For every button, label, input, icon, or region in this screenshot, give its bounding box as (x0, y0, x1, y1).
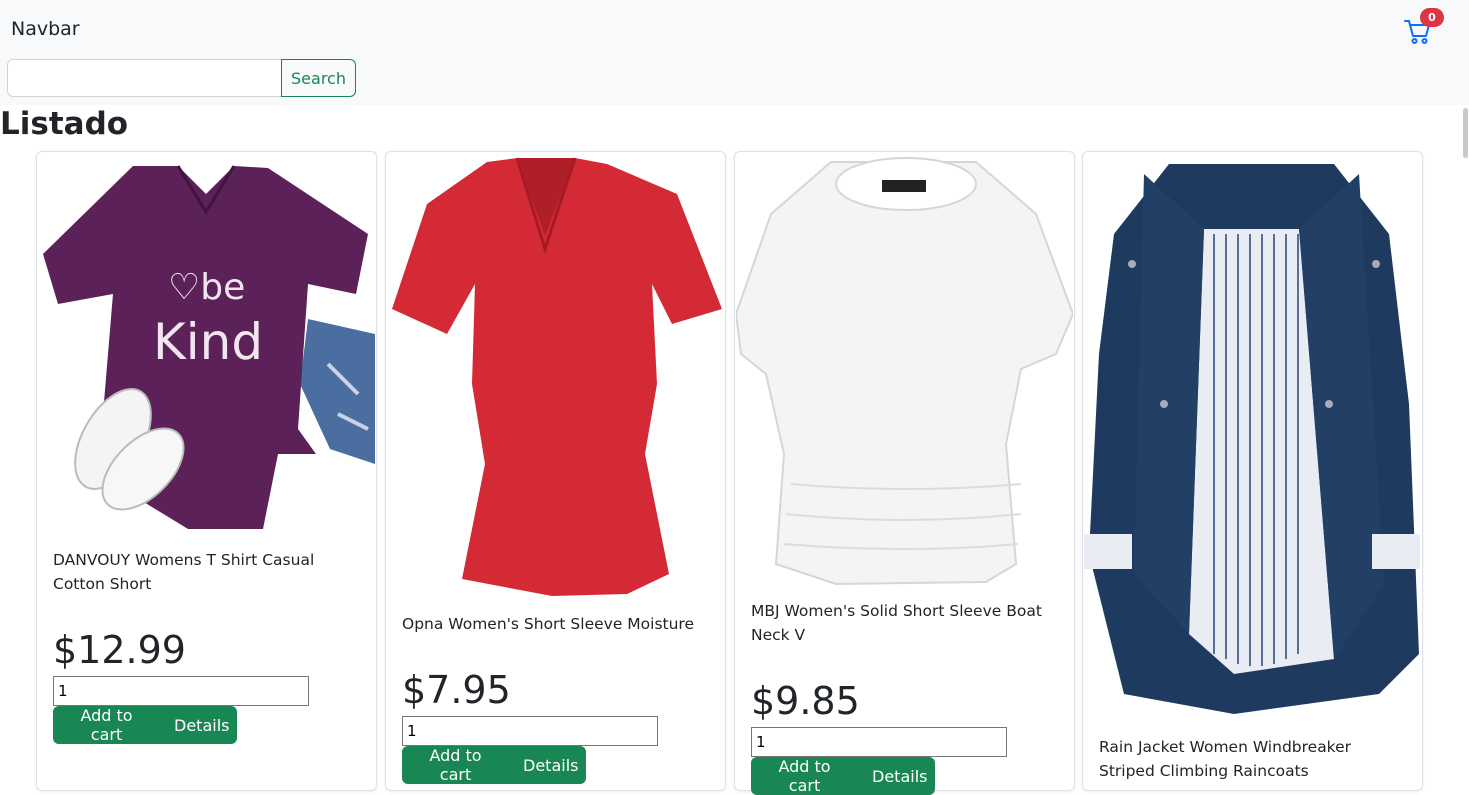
details-button[interactable]: Details (160, 706, 237, 744)
quantity-input[interactable] (751, 727, 1007, 757)
details-button[interactable]: Details (858, 757, 935, 795)
svg-text:Kind: Kind (153, 313, 263, 371)
product-price: $7.95 (402, 668, 511, 712)
cart-count-badge: 0 (1420, 8, 1444, 27)
details-button[interactable]: Details (509, 746, 586, 784)
product-title: MBJ Women's Solid Short Sleeve Boat Neck… (751, 602, 1042, 644)
add-to-cart-button[interactable]: Add to cart (402, 746, 509, 784)
product-title: Rain Jacket Women Windbreaker Striped Cl… (1099, 738, 1352, 780)
product-image-white-top[interactable] (736, 154, 1073, 586)
product-price: $9.85 (751, 679, 860, 723)
quantity-input[interactable] (53, 676, 309, 706)
product-image-navy-rain-jacket[interactable] (1084, 154, 1421, 724)
navbar: Navbar Search 0 (0, 0, 1469, 105)
search-input[interactable] (7, 59, 282, 97)
navbar-brand[interactable]: Navbar (11, 18, 80, 40)
cart-button[interactable]: 0 (1400, 8, 1446, 48)
product-card: Rain Jacket Women Windbreaker Striped Cl… (1082, 151, 1423, 791)
search-button[interactable]: Search (281, 59, 356, 97)
product-card: Opna Women's Short Sleeve Moisture $7.95… (385, 151, 726, 791)
product-card: ♡be Kind DANVOUY Womens T Shirt Casual C… (36, 151, 377, 791)
page-title: Listado (0, 106, 129, 142)
product-price: $12.99 (53, 628, 186, 672)
product-title: Opna Women's Short Sleeve Moisture (402, 615, 694, 633)
product-image-purple-tshirt[interactable]: ♡be Kind (38, 154, 375, 534)
scrollbar-track[interactable] (1462, 105, 1469, 781)
quantity-input[interactable] (402, 716, 658, 746)
add-to-cart-button[interactable]: Add to cart (751, 757, 858, 795)
product-title: DANVOUY Womens T Shirt Casual Cotton Sho… (53, 551, 315, 593)
scrollbar-thumb[interactable] (1463, 108, 1468, 158)
svg-text:♡be: ♡be (168, 267, 245, 308)
product-card: MBJ Women's Solid Short Sleeve Boat Neck… (734, 151, 1075, 795)
product-image-red-tshirt[interactable] (387, 154, 724, 599)
add-to-cart-button[interactable]: Add to cart (53, 706, 160, 744)
